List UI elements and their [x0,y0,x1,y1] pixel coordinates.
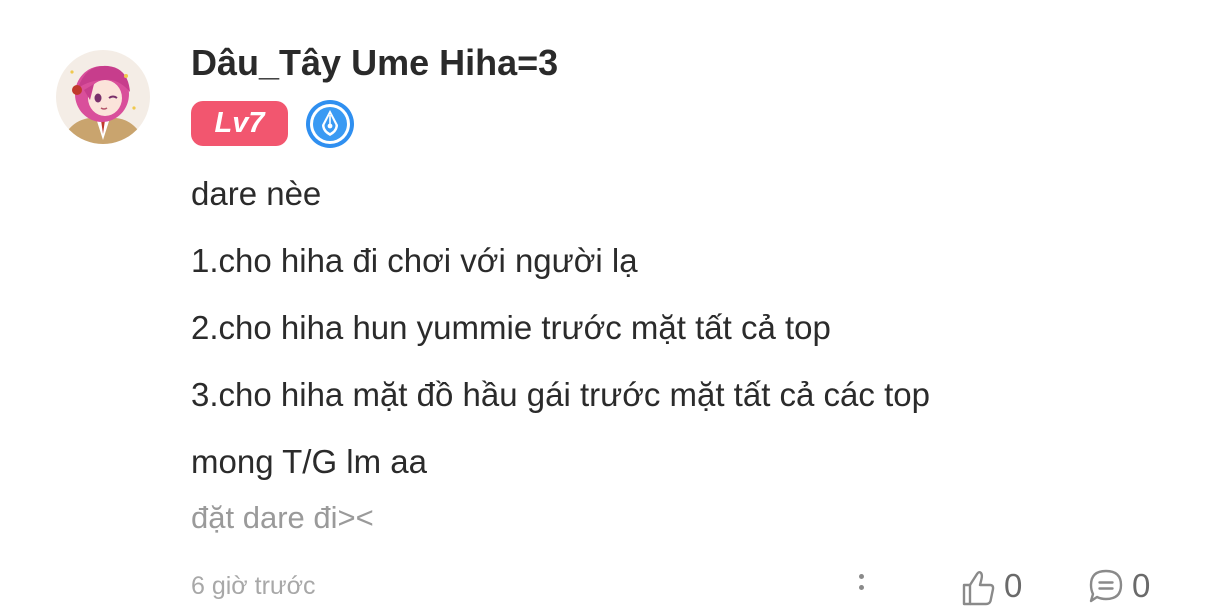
post-line-intro: dare nèe [191,175,322,212]
post-line-dare-1: 1.cho hiha đi chơi với người lạ [191,242,638,279]
pen-nib-badge-icon [305,99,355,149]
author-name[interactable]: Dâu_Tây Ume Hiha=3 [191,42,558,84]
comment-count: 0 [1132,567,1151,604]
avatar[interactable] [56,50,150,144]
comment-bubble-icon [1089,569,1123,603]
more-options-button[interactable] [850,570,872,606]
post-subtext: đặt dare đi>< [191,500,374,535]
like-button[interactable]: 0 [958,566,1022,606]
post-line-dare-2: 2.cho hiha hun yummie trước mặt tất cả t… [191,309,831,346]
like-count: 0 [1004,567,1023,604]
more-dot-icon [858,585,864,590]
anime-girl-avatar-icon [56,50,150,144]
comment-button[interactable]: 0 [1086,566,1150,606]
level-badge: Lv7 [191,101,288,146]
more-dot-icon [858,574,864,579]
post-line-closing: mong T/G lm aa [191,443,427,480]
thumbs-up-icon [962,571,995,606]
post-line-dare-3: 3.cho hiha mặt đồ hầu gái trước mặt tất … [191,376,930,413]
post-body: dare nèe 1.cho hiha đi chơi với người lạ… [191,170,1151,505]
timestamp: 6 giờ trước [191,572,316,600]
